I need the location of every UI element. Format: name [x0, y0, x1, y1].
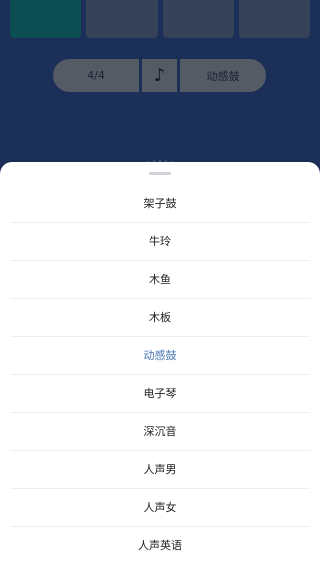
sound-option[interactable]: 牛玲 — [10, 223, 310, 261]
sound-option[interactable]: 动感鼓 — [10, 337, 310, 375]
sound-option[interactable]: 人声女 — [10, 489, 310, 527]
sheet-drag-handle[interactable] — [149, 172, 171, 175]
sound-picker-sheet: 架子鼓 牛玲 木鱼 木板 动感鼓 电子琴 深沉音 人声男 人声女 人声英语 — [0, 162, 320, 569]
sound-option[interactable]: 木鱼 — [10, 261, 310, 299]
sound-option[interactable]: 木板 — [10, 299, 310, 337]
sound-option[interactable]: 电子琴 — [10, 375, 310, 413]
sound-options-list: 架子鼓 牛玲 木鱼 木板 动感鼓 电子琴 深沉音 人声男 人声女 人声英语 — [10, 185, 310, 565]
sound-option[interactable]: 人声英语 — [10, 527, 310, 565]
sound-option[interactable]: 人声男 — [10, 451, 310, 489]
sound-option[interactable]: 深沉音 — [10, 413, 310, 451]
sound-option[interactable]: 架子鼓 — [10, 185, 310, 223]
